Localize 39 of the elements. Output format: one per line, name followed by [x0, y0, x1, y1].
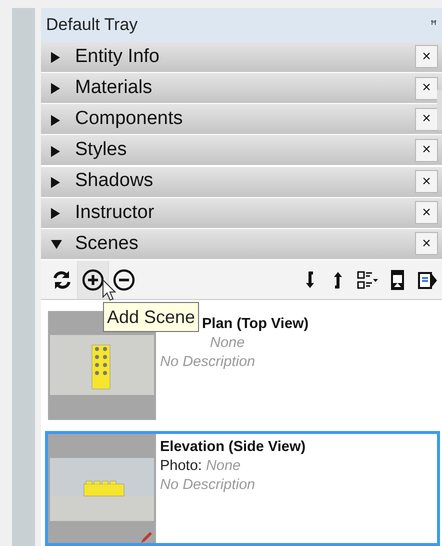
panel-title: Instructor: [75, 200, 154, 224]
panel-title: Entity Info: [75, 44, 160, 69]
photo-value: None: [210, 335, 245, 352]
refresh-icon: [51, 268, 73, 291]
panel-title: Materials: [75, 76, 152, 100]
move-up-icon: [333, 270, 343, 289]
close-button[interactable]: ×: [415, 108, 438, 131]
close-button[interactable]: ×: [415, 170, 438, 194]
close-button[interactable]: ×: [415, 232, 438, 256]
view-options-icon: [356, 268, 378, 291]
close-button[interactable]: ×: [415, 201, 438, 224]
close-button[interactable]: ×: [415, 45, 438, 68]
scene-title: Elevation (Side View): [160, 438, 306, 458]
tooltip: Add Scene: [103, 302, 200, 332]
panel-title: Components: [75, 106, 183, 131]
panel-title: Scenes: [75, 232, 138, 256]
scene-description: No Description: [160, 476, 256, 496]
panel-header[interactable]: Components ×: [41, 104, 442, 134]
panel-header[interactable]: Styles ×: [41, 135, 442, 166]
remove-icon: [113, 268, 135, 291]
scene-description: No Description: [160, 353, 256, 372]
tray-title: Default Tray: [46, 14, 138, 36]
panel-header[interactable]: Shadows ×: [41, 166, 442, 197]
panel-header[interactable]: Materials ×: [41, 73, 442, 103]
close-button[interactable]: ×: [415, 138, 438, 162]
photo-value: None: [206, 458, 241, 474]
panel-title: Shadows: [75, 169, 154, 194]
move-down-icon: [305, 270, 315, 289]
panel-header[interactable]: Instructor ×: [41, 198, 442, 228]
panel-header[interactable]: Scenes ×: [41, 229, 442, 259]
panel-title: Styles: [75, 138, 127, 162]
scrollbar-thumb[interactable]: [437, 90, 442, 130]
panel-header[interactable]: Entity Info ×: [41, 42, 442, 72]
close-button[interactable]: ×: [415, 76, 438, 100]
photo-label: Photo:: [160, 458, 202, 474]
pin-icon[interactable]: ꟸ: [431, 16, 436, 34]
scene-item[interactable]: Elevation (Side View) Photo: None No Description: [45, 431, 440, 546]
add-icon: [82, 268, 104, 291]
pencil-icon: [140, 531, 153, 544]
